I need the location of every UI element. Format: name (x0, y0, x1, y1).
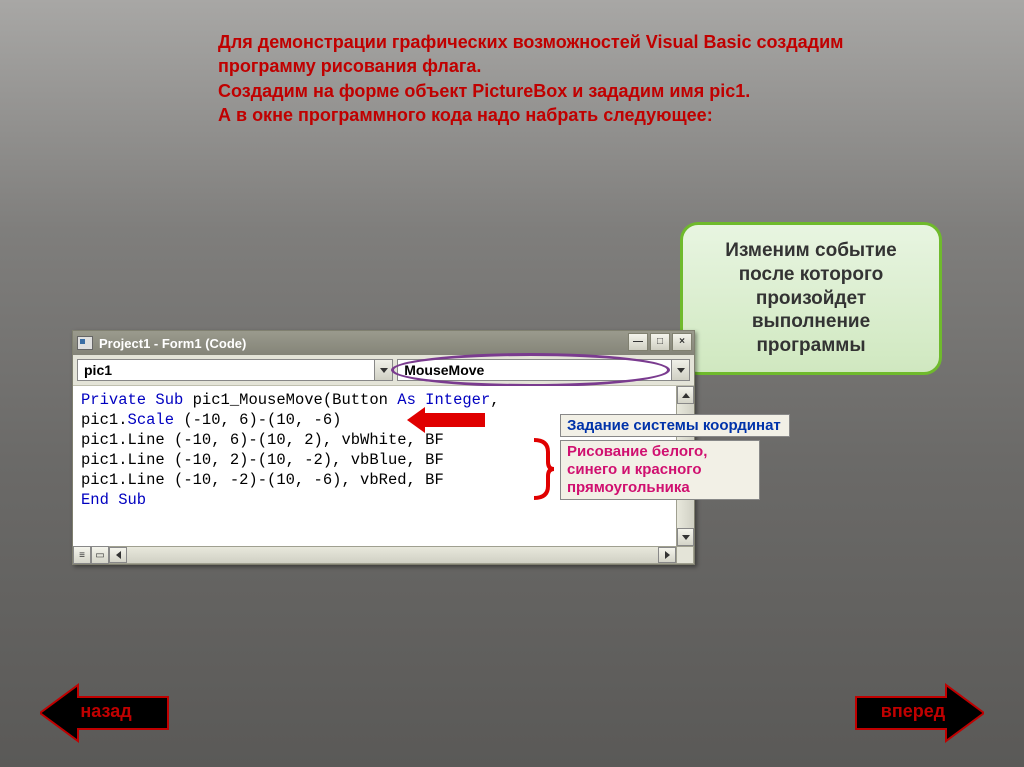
brace-icon (530, 438, 554, 500)
nav-back-button[interactable]: назад (40, 683, 170, 743)
code-text: pic1_MouseMove(Button (183, 391, 397, 409)
nav-back-label: назад (56, 701, 156, 722)
full-view-button[interactable]: ▭ (91, 546, 109, 564)
annotation-text: Задание системы координат (567, 417, 781, 434)
dropdown-row: pic1 MouseMove (73, 355, 694, 386)
intro-text: Для демонстрации графических возможносте… (218, 30, 858, 127)
intro-line1: Для демонстрации графических возможносте… (218, 32, 843, 76)
resize-grip[interactable] (676, 546, 694, 564)
procedure-view-button[interactable]: ≡ (73, 546, 91, 564)
event-combo-value: MouseMove (404, 362, 484, 378)
object-combo[interactable]: pic1 (77, 359, 393, 381)
chevron-down-icon[interactable] (374, 360, 392, 380)
close-button[interactable]: × (672, 333, 692, 351)
scroll-down-button[interactable] (677, 528, 694, 546)
scroll-left-button[interactable] (109, 547, 127, 563)
intro-line2: Создадим на форме объект PictureBox и за… (218, 81, 750, 101)
chevron-down-icon[interactable] (671, 360, 689, 380)
maximize-button[interactable]: □ (650, 333, 670, 351)
annotation-rects: Рисование белого, синего и красного прям… (560, 440, 760, 500)
callout-bubble: Изменим событие после которого произойде… (680, 222, 942, 375)
object-combo-value: pic1 (84, 362, 112, 378)
code-text: , (490, 391, 499, 409)
event-combo[interactable]: MouseMove (397, 359, 690, 381)
scroll-right-button[interactable] (658, 547, 676, 563)
nav-forward-button[interactable]: вперед (854, 683, 984, 743)
annotation-text: Рисование белого, синего и красного прям… (567, 443, 707, 496)
nav-forward-label: вперед (858, 701, 968, 722)
form-icon (77, 336, 93, 350)
intro-line3: А в окне программного кода надо набрать … (218, 105, 713, 125)
minimize-button[interactable]: — (628, 333, 648, 351)
window-title: Project1 - Form1 (Code) (99, 336, 246, 351)
horizontal-scrollbar[interactable] (109, 546, 676, 564)
red-arrow-icon (423, 413, 485, 427)
keyword: Private Sub (81, 391, 183, 409)
code-line: Private Sub pic1_MouseMove(Button As Int… (81, 390, 668, 410)
annotation-coords: Задание системы координат (560, 414, 790, 437)
titlebar: Project1 - Form1 (Code) — □ × (73, 331, 694, 355)
scroll-up-button[interactable] (677, 386, 694, 404)
callout-text: Изменим событие после которого произойде… (725, 240, 896, 356)
